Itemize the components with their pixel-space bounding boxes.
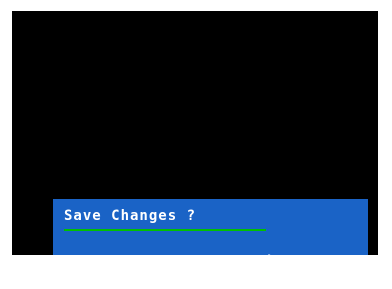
save-option[interactable]: A - Save	[80, 254, 208, 270]
dialog-title: Save Changes ?	[64, 208, 197, 224]
save-changes-dialog: Save Changes ? A - Save B - Exit	[53, 199, 368, 270]
title-divider	[64, 229, 266, 231]
exit-option[interactable]: B - Exit	[208, 254, 283, 270]
dialog-options: A - Save B - Exit	[64, 235, 283, 270]
